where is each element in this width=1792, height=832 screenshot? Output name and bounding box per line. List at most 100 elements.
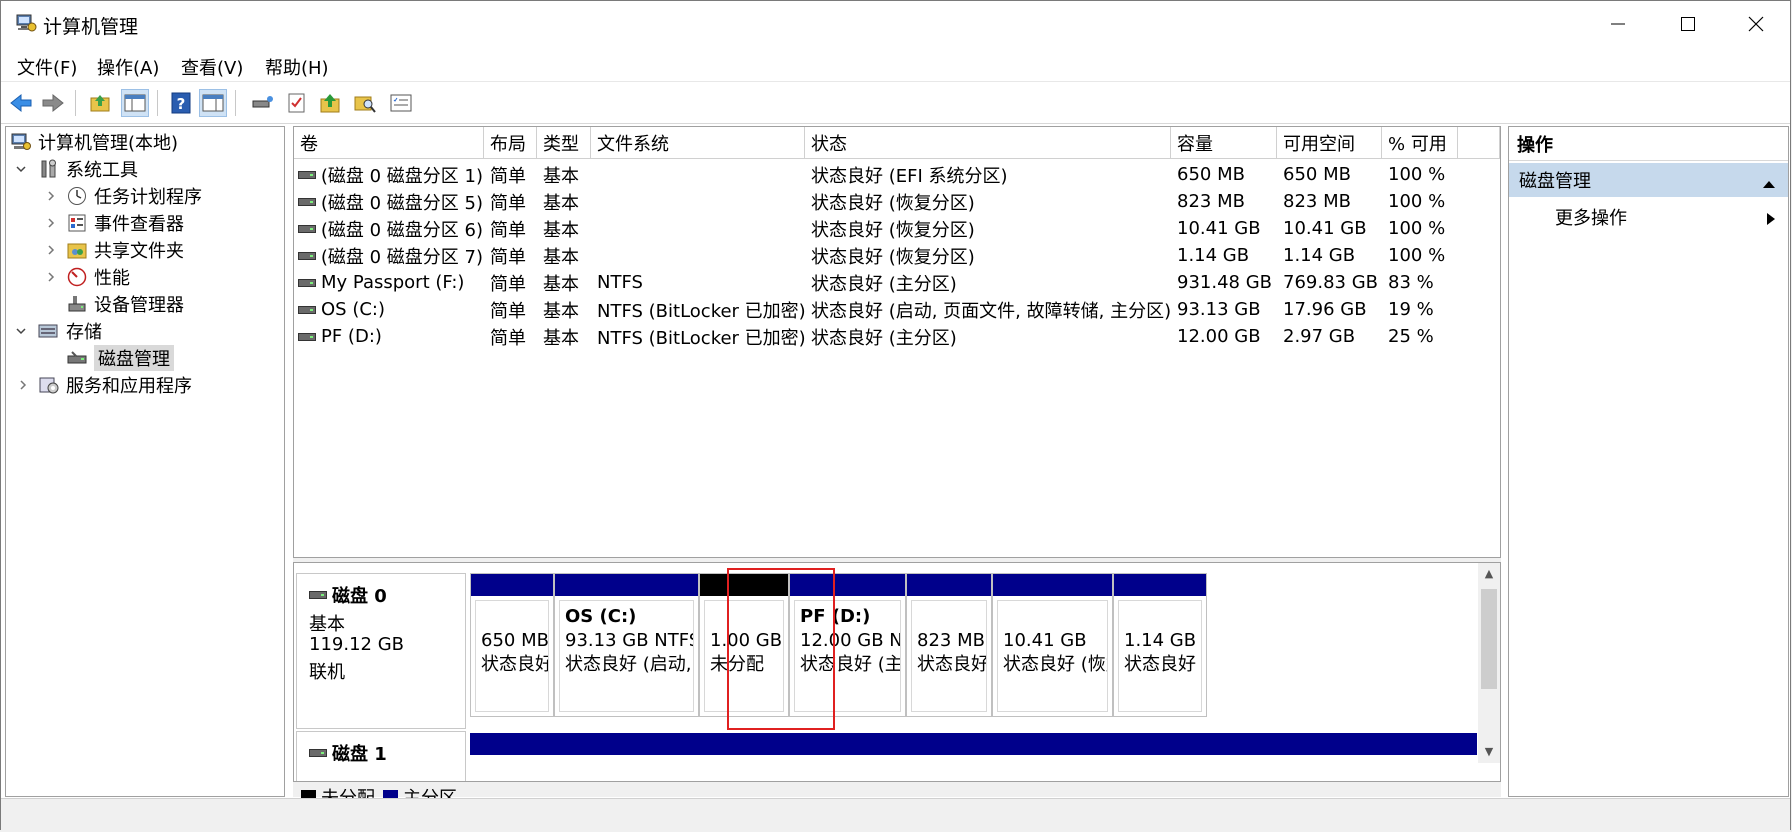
table-row[interactable]: (磁盘 0 磁盘分区 7) 简单 基本 状态良好 (恢复分区) 1.14 GB 1.14 …: [294, 242, 1494, 269]
show-hide-console-tree-button[interactable]: [121, 89, 149, 117]
upload-button[interactable]: [317, 89, 345, 117]
tree-item-shared-folders[interactable]: 共享文件夹: [66, 237, 184, 263]
partition-status: 状态良好 (: [1124, 654, 1202, 675]
cell-text: (磁盘 0 磁盘分区 1): [320, 165, 483, 187]
disk-1-label[interactable]: 磁盘 1: [296, 731, 466, 781]
cell-text: 769.83 GB: [1283, 272, 1379, 293]
cell-text: 简单: [490, 273, 526, 295]
collapse-up-icon[interactable]: [1762, 173, 1776, 194]
partition-bar: [555, 574, 698, 596]
column-header-type[interactable]: 类型: [537, 127, 591, 159]
chevron-down-icon[interactable]: [14, 324, 28, 338]
actions-group-disk-management[interactable]: 磁盘管理: [1509, 163, 1788, 197]
table-row[interactable]: (磁盘 0 磁盘分区 6) 简单 基本 状态良好 (恢复分区) 10.41 GB 10.4…: [294, 215, 1494, 242]
tree-label: 磁盘管理: [94, 345, 174, 371]
tree-item-performance[interactable]: 性能: [66, 264, 130, 290]
partition[interactable]: OS (C:) 93.13 GB NTFS (B 状态良好 (启动, 页: [554, 573, 699, 717]
close-button[interactable]: [1721, 1, 1791, 47]
partition-unallocated[interactable]: 1.00 GB 未分配: [699, 573, 789, 717]
cell-layout: 简单: [490, 161, 540, 188]
check-button[interactable]: [283, 89, 311, 117]
back-button[interactable]: [7, 89, 35, 117]
scroll-up-arrow-icon[interactable]: ▲: [1478, 567, 1500, 580]
table-row[interactable]: My Passport (F:) 简单 基本 NTFS 状态良好 (主分区) 931.48…: [294, 269, 1494, 296]
menu-file[interactable]: 文件(F): [17, 54, 77, 80]
cell-volume: (磁盘 0 磁盘分区 6): [298, 215, 483, 242]
show-hide-action-pane-button[interactable]: [199, 89, 227, 117]
up-level-button[interactable]: [87, 89, 115, 117]
chevron-right-icon[interactable]: [44, 216, 58, 230]
back-arrow-icon: [10, 93, 32, 113]
cell-text: 100 %: [1388, 164, 1446, 185]
disk-1-partition-bar[interactable]: [470, 733, 1477, 755]
column-header-volume[interactable]: 卷: [294, 127, 484, 159]
properties-button[interactable]: [387, 89, 415, 117]
cell-pct: 83 %: [1388, 269, 1458, 296]
chevron-right-icon[interactable]: [16, 378, 30, 392]
disk-drive-icon: [309, 749, 327, 757]
column-header-capacity[interactable]: 容量: [1171, 127, 1277, 159]
chevron-right-icon[interactable]: [44, 243, 58, 257]
more-actions-item[interactable]: 更多操作: [1555, 201, 1788, 233]
column-header-status[interactable]: 状态: [805, 127, 1171, 159]
menu-action[interactable]: 操作(A): [97, 54, 159, 80]
tree-label: 事件查看器: [94, 214, 184, 235]
table-row[interactable]: (磁盘 0 磁盘分区 1) 简单 基本 状态良好 (EFI 系统分区) 650 MB 65…: [294, 161, 1494, 188]
chevron-down-icon[interactable]: [14, 162, 28, 176]
menu-help[interactable]: 帮助(H): [265, 54, 329, 80]
cell-text: NTFS (BitLocker 已加密): [597, 327, 805, 349]
status-bar: [1, 798, 1790, 832]
partition[interactable]: 650 MB 状态良好: [470, 573, 554, 717]
table-row[interactable]: (磁盘 0 磁盘分区 5) 简单 基本 状态良好 (恢复分区) 823 MB 823 MB…: [294, 188, 1494, 215]
tree-item-system-tools[interactable]: 系统工具: [38, 156, 138, 182]
maximize-button[interactable]: [1653, 1, 1723, 47]
tree-item-storage[interactable]: 存储: [38, 318, 102, 344]
cell-status: 状态良好 (恢复分区): [811, 215, 1171, 242]
folder-search-icon: [354, 96, 376, 113]
cell-text: 状态良好 (主分区): [811, 327, 957, 349]
folder-arrow-icon: [320, 94, 340, 113]
tree-item-event-viewer[interactable]: 事件查看器: [66, 210, 184, 236]
tree-item-computer-management[interactable]: 计算机管理(本地): [10, 129, 178, 155]
chevron-right-icon[interactable]: [44, 270, 58, 284]
scrollbar-thumb[interactable]: [1481, 589, 1497, 689]
disk-view-scrollbar[interactable]: ▲ ▼: [1478, 563, 1500, 763]
tree-item-disk-management[interactable]: 磁盘管理: [66, 345, 174, 371]
table-row[interactable]: OS (C:) 简单 基本 NTFS (BitLocker 已加密) 状态良好 (启动,…: [294, 296, 1494, 323]
column-header-layout[interactable]: 布局: [484, 127, 537, 159]
tools-icon: [38, 158, 60, 180]
cell-text: 基本: [543, 246, 579, 268]
tree-item-device-manager[interactable]: 设备管理器: [66, 291, 184, 317]
minimize-button[interactable]: [1583, 1, 1653, 47]
cell-text: PF (D:): [321, 326, 382, 347]
chevron-right-icon[interactable]: [44, 189, 58, 203]
partition-size: 10.41 GB: [1003, 630, 1087, 651]
column-header-percent-free[interactable]: % 可用: [1382, 127, 1458, 159]
disk-0-kind: 基本: [309, 614, 345, 635]
tree-item-services-and-applications[interactable]: 服务和应用程序: [38, 372, 192, 398]
disk-0-label[interactable]: 磁盘 0 基本 119.12 GB 联机: [296, 573, 466, 729]
table-row[interactable]: PF (D:) 简单 基本 NTFS (BitLocker 已加密) 状态良好 (主分区…: [294, 323, 1494, 350]
disk-1-title: 磁盘 1: [309, 740, 387, 766]
menu-view[interactable]: 查看(V): [181, 54, 243, 80]
actions-pane: 操作 磁盘管理 更多操作: [1508, 126, 1789, 797]
toolbar: ?: [1, 81, 1790, 124]
cell-pct: 100 %: [1388, 161, 1458, 188]
partition-info: 1.14 GB 状态良好 (: [1118, 600, 1202, 712]
partition[interactable]: 823 MB 状态良好: [906, 573, 992, 717]
forward-arrow-icon: [42, 93, 64, 113]
cell-text: 100 %: [1388, 218, 1446, 239]
tree-item-task-scheduler[interactable]: 任务计划程序: [66, 183, 202, 209]
forward-button[interactable]: [39, 89, 67, 117]
column-header-filesystem[interactable]: 文件系统: [591, 127, 805, 159]
partition[interactable]: PF (D:) 12.00 GB NTF 状态良好 (主分: [789, 573, 906, 717]
help-button[interactable]: ?: [167, 89, 195, 117]
search-button[interactable]: [351, 89, 379, 117]
partition[interactable]: 10.41 GB 状态良好 (恢复: [992, 573, 1113, 717]
scroll-down-arrow-icon[interactable]: ▼: [1478, 745, 1500, 758]
cell-status: 状态良好 (恢复分区): [811, 242, 1171, 269]
connect-virtual-disk-button[interactable]: [249, 89, 277, 117]
partition[interactable]: 1.14 GB 状态良好 (: [1113, 573, 1207, 717]
cell-free: 2.97 GB: [1283, 323, 1383, 350]
column-header-free-space[interactable]: 可用空间: [1277, 127, 1382, 159]
